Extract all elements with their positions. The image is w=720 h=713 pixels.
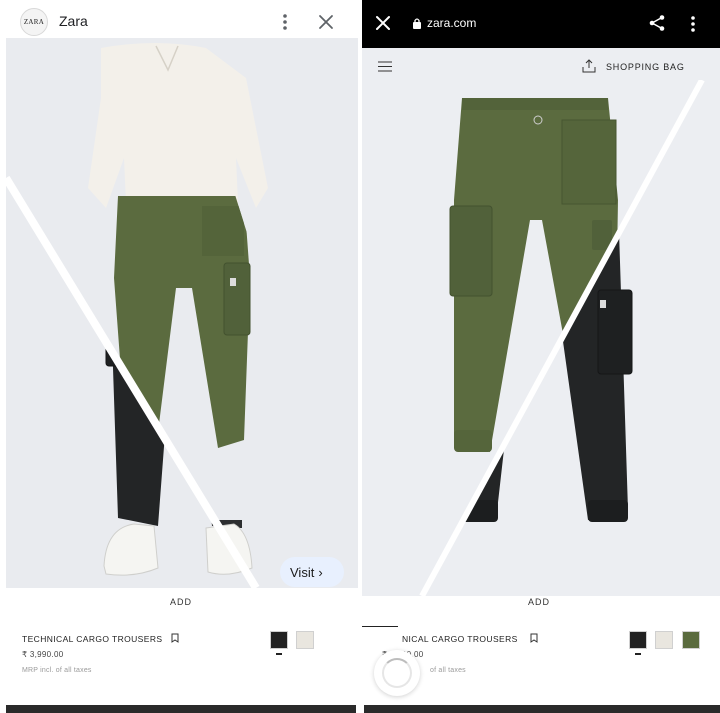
color-swatch-black[interactable] [629,631,647,649]
url-text[interactable]: zara.com [427,16,476,30]
color-swatch-olive[interactable] [682,631,700,649]
loading-spinner [374,650,420,696]
close-icon[interactable] [316,12,336,32]
brand-logo[interactable]: ZARA [20,8,48,36]
tab-underline [362,626,398,627]
add-button[interactable]: ADD [528,597,550,607]
color-swatch-ecru[interactable] [655,631,673,649]
bookmark-icon[interactable] [530,633,538,643]
browser-top-bar: zara.com [362,0,720,48]
left-panel: ZARA Zara Visit › ADD TECHNICAL CARGO TR… [0,0,358,713]
trousers-illustration [362,80,720,596]
selected-swatch-indicator [276,653,282,655]
right-panel: zara.com SHOPPING BAG ADD NICAL CARGO TR… [362,0,720,713]
bookmark-icon[interactable] [171,633,179,643]
spinner-ring-icon [382,658,412,688]
close-icon[interactable] [374,14,392,32]
product-name[interactable]: NICAL CARGO TROUSERS [402,634,518,644]
share-icon[interactable] [648,14,666,32]
menu-icon[interactable] [378,61,392,72]
color-swatch-black[interactable] [270,631,288,649]
product-price: ₹ 3,990.00 [22,650,64,659]
more-vert-icon[interactable] [688,14,698,34]
add-button[interactable]: ADD [170,597,192,607]
split-screenshot: ZARA Zara Visit › ADD TECHNICAL CARGO TR… [0,0,720,713]
color-swatch-ecru[interactable] [296,631,314,649]
tax-note: of all taxes [430,667,466,674]
visit-label: Visit [290,564,315,580]
lock-icon [413,18,421,29]
product-model-photo[interactable] [6,38,358,588]
model-illustration [6,38,358,588]
brand-name[interactable]: Zara [59,13,88,29]
selected-swatch-indicator [635,653,641,655]
more-vert-icon[interactable] [276,12,294,32]
bottom-nav-bar [6,705,356,713]
shopping-bag-link[interactable]: SHOPPING BAG [606,62,685,72]
product-name[interactable]: TECHNICAL CARGO TROUSERS [22,634,162,644]
bottom-nav-bar [364,705,720,713]
tax-note: MRP incl. of all taxes [22,667,92,674]
chevron-right-icon: › [318,564,323,580]
share-upload-icon[interactable] [582,59,596,73]
visit-button[interactable]: Visit › [280,557,344,587]
product-flatlay-photo[interactable] [362,80,720,596]
